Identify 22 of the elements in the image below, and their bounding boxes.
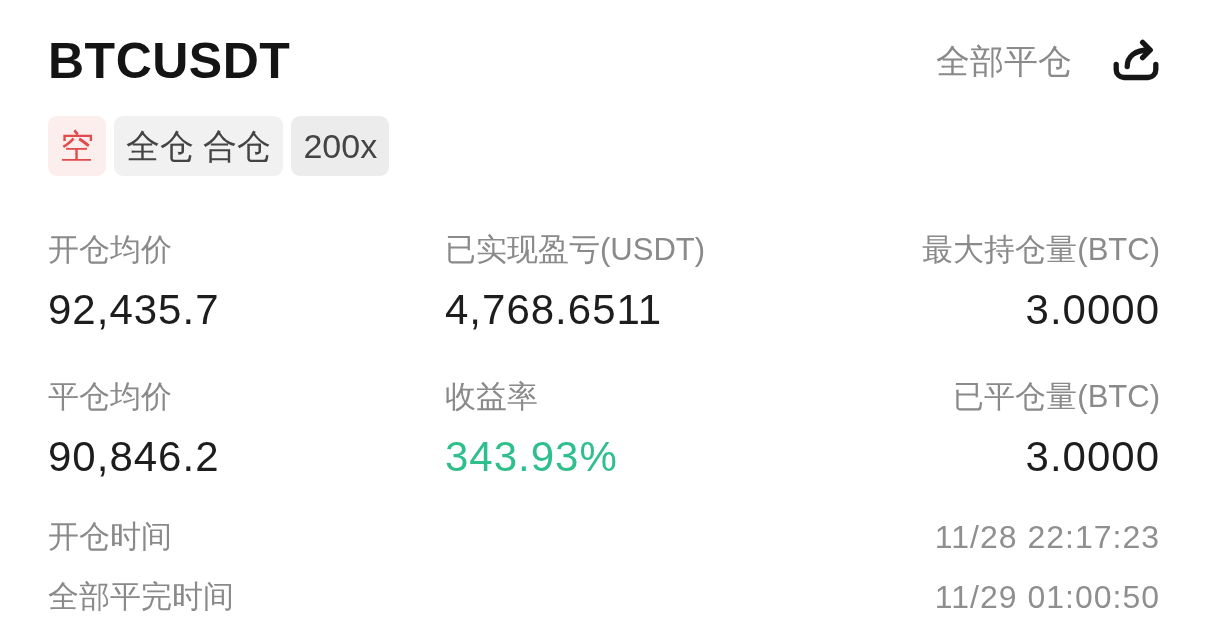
stat-label: 开仓均价: [48, 231, 172, 269]
share-icon[interactable]: [1112, 39, 1160, 83]
stat-label: 平仓均价: [48, 378, 172, 416]
stat-label: 收益率: [445, 378, 538, 416]
stat-value: 3.0000: [1025, 432, 1160, 482]
close-all-button[interactable]: 全部平仓: [936, 39, 1072, 83]
time-label: 开仓时间: [48, 518, 172, 556]
side-tag: 空: [48, 116, 106, 176]
stat-value: 4,768.6511: [445, 285, 663, 335]
margin-mode-tag: 全仓 合仓: [114, 116, 284, 176]
stat-label: 最大持仓量(BTC): [922, 231, 1160, 269]
time-value: 11/28 22:17:23: [934, 518, 1160, 557]
stat-label: 已实现盈亏(USDT): [445, 231, 706, 269]
stat-label: 已平仓量(BTC): [953, 378, 1160, 416]
stat-value: 3.0000: [1025, 285, 1160, 335]
stat-value: 90,846.2: [48, 432, 220, 482]
leverage-tag: 200x: [291, 116, 390, 176]
stat-value: 92,435.7: [48, 285, 220, 335]
symbol-title: BTCUSDT: [48, 32, 291, 91]
time-value: 11/29 01:00:50: [934, 578, 1160, 617]
time-label: 全部平完时间: [48, 578, 234, 616]
stat-value: 343.93%: [445, 432, 618, 482]
